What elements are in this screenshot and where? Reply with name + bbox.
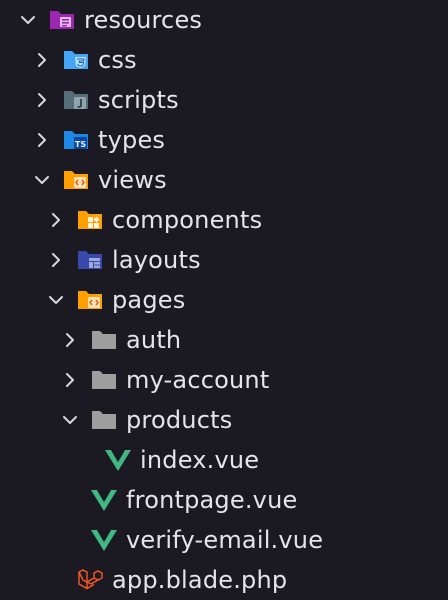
folder-typescript-icon: TS <box>62 128 90 152</box>
folder-views-icon <box>62 168 90 192</box>
tree-item-label: pages <box>112 286 186 314</box>
tree-item-index-vue[interactable]: index.vue <box>0 440 448 480</box>
tree-item-label: frontpage.vue <box>126 486 298 514</box>
chevron-right-icon[interactable] <box>48 212 64 228</box>
chevron-right-icon[interactable] <box>34 52 50 68</box>
tree-item-label: types <box>98 126 166 154</box>
tree-item-verify-email-vue[interactable]: verify-email.vue <box>0 520 448 560</box>
tree-item-label: css <box>98 46 137 74</box>
tree-item-label: my-account <box>126 366 270 394</box>
tree-item-my-account[interactable]: my-account <box>0 360 448 400</box>
folder-scripts-icon <box>62 88 90 112</box>
tree-item-frontpage-vue[interactable]: frontpage.vue <box>0 480 448 520</box>
tree-item-label: resources <box>84 6 203 34</box>
tree-item-resources[interactable]: resources <box>0 0 448 40</box>
chevron-down-icon[interactable] <box>62 412 78 428</box>
tree-item-label: auth <box>126 326 182 354</box>
tree-item-views[interactable]: views <box>0 160 448 200</box>
chevron-right-icon[interactable] <box>62 372 78 388</box>
folder-css-icon <box>62 48 90 72</box>
tree-item-scripts[interactable]: scripts <box>0 80 448 120</box>
tree-item-label: layouts <box>112 246 201 274</box>
tree-item-label: scripts <box>98 86 179 114</box>
tree-item-auth[interactable]: auth <box>0 320 448 360</box>
tree-item-css[interactable]: css <box>0 40 448 80</box>
laravel-blade-icon <box>76 568 104 592</box>
tree-item-label: products <box>126 406 233 434</box>
tree-item-types[interactable]: TS types <box>0 120 448 160</box>
tree-item-label: index.vue <box>140 446 260 474</box>
chevron-down-icon[interactable] <box>20 12 36 28</box>
tree-item-label: views <box>98 166 167 194</box>
folder-resources-icon <box>48 8 76 32</box>
tree-item-label: components <box>112 206 263 234</box>
tree-item-layouts[interactable]: layouts <box>0 240 448 280</box>
tree-item-components[interactable]: components <box>0 200 448 240</box>
tree-item-pages[interactable]: pages <box>0 280 448 320</box>
chevron-right-icon[interactable] <box>48 252 64 268</box>
chevron-right-icon[interactable] <box>34 132 50 148</box>
chevron-down-icon[interactable] <box>34 172 50 188</box>
tree-item-label: app.blade.php <box>112 566 288 594</box>
chevron-right-icon[interactable] <box>62 332 78 348</box>
folder-icon <box>90 368 118 392</box>
folder-views-icon <box>76 288 104 312</box>
vue-icon <box>104 448 132 472</box>
folder-components-icon <box>76 208 104 232</box>
file-explorer-tree: resources css scripts TS types views com… <box>0 0 448 600</box>
svg-text:TS: TS <box>75 140 86 149</box>
tree-item-label: verify-email.vue <box>126 526 324 554</box>
folder-layouts-icon <box>76 248 104 272</box>
vue-icon <box>90 528 118 552</box>
chevron-down-icon[interactable] <box>48 292 64 308</box>
tree-item-app-blade-php[interactable]: app.blade.php <box>0 560 448 600</box>
vue-icon <box>90 488 118 512</box>
folder-icon <box>90 328 118 352</box>
folder-open-icon <box>90 408 118 432</box>
tree-item-products[interactable]: products <box>0 400 448 440</box>
chevron-right-icon[interactable] <box>34 92 50 108</box>
